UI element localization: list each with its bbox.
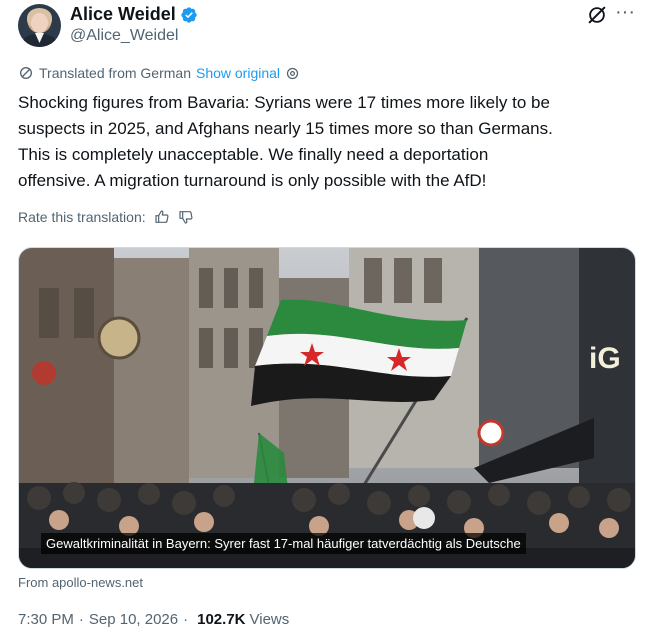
author-display-name[interactable]: Alice Weidel [70, 4, 176, 25]
meta-separator: · [78, 611, 84, 628]
svg-text:iG: iG [589, 342, 621, 375]
translated-from-label: Translated from German [39, 65, 191, 81]
thumbs-down-icon[interactable] [178, 209, 194, 225]
link-source[interactable]: From apollo-news.net [18, 575, 143, 590]
settings-gear-icon[interactable] [285, 66, 300, 81]
author-name-row[interactable]: Alice Weidel [70, 4, 198, 25]
views-count: 102.7K [197, 611, 246, 628]
rate-translation-row: Rate this translation: [18, 209, 194, 225]
tweet-time[interactable]: 7:30 PM [18, 611, 74, 628]
tweet-text-line: Shocking figures from Bavaria: Syrians w… [18, 93, 550, 112]
grok-icon[interactable] [586, 4, 608, 26]
tweet-date[interactable]: Sep 10, 2026 [89, 611, 178, 628]
verified-badge-icon [181, 6, 197, 23]
meta-separator: · [183, 611, 189, 628]
tweet-text-line: offensive. A migration turnaround is onl… [18, 171, 487, 190]
author-avatar[interactable] [18, 4, 61, 47]
translation-row: Translated from German Show original [18, 65, 300, 81]
tweet-text-line: This is completely unacceptable. We fina… [18, 145, 489, 164]
avatar-face [31, 13, 48, 33]
rally-photo: iG [19, 248, 635, 568]
author-handle[interactable]: @Alice_Weidel [70, 27, 178, 45]
tweet-text: Shocking figures from Bavaria: Syrians w… [18, 90, 638, 194]
more-dots-icon[interactable]: ··· [615, 0, 635, 24]
views-label: Views [249, 611, 290, 628]
thumbs-up-icon[interactable] [154, 209, 170, 225]
media-caption: Gewaltkriminalität in Bayern: Syrer fast… [41, 533, 526, 554]
show-original-link[interactable]: Show original [196, 65, 280, 81]
rate-translation-label: Rate this translation: [18, 209, 146, 225]
tweet-text-line: suspects in 2025, and Afghans nearly 15 … [18, 119, 553, 138]
tweet-meta: 7:30 PM · Sep 10, 2026 · 102.7K Views [18, 611, 289, 628]
tweet-media-image[interactable]: iG Gewaltkriminalität in Bayern: Syrer f… [18, 247, 636, 569]
translate-globe-icon [20, 67, 32, 79]
